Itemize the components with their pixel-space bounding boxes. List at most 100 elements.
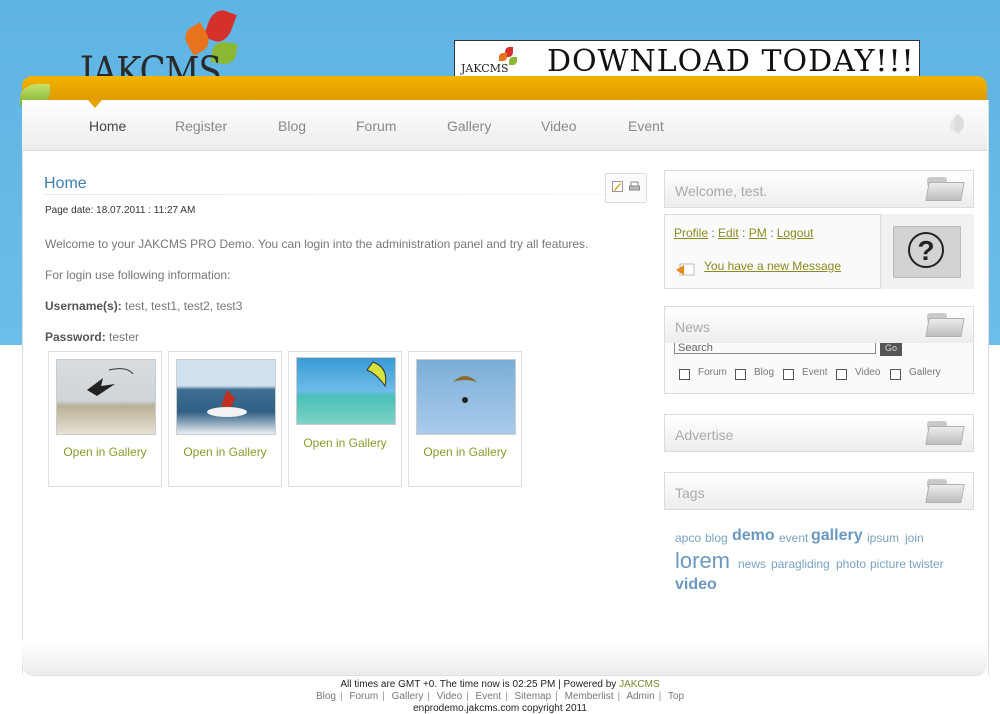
filter-label-video: Video	[855, 367, 881, 378]
search-input[interactable]: Search	[674, 343, 876, 354]
advertise-box-header: Advertise	[664, 414, 974, 452]
page-date: Page date: 18.07.2011 : 11:27 AM	[45, 205, 196, 216]
open-in-gallery-link[interactable]: Open in Gallery	[49, 445, 161, 459]
footer-link-sitemap[interactable]: Sitemap	[515, 691, 552, 702]
password-label: Password:	[45, 330, 106, 344]
filter-checkbox-gallery[interactable]	[890, 369, 901, 380]
filter-label-event: Event	[802, 367, 828, 378]
filter-checkbox-blog[interactable]	[735, 369, 746, 380]
nav-home[interactable]: Home	[89, 118, 126, 134]
welcome-box-header: Welcome, test.	[664, 170, 974, 208]
tag-link[interactable]: paragliding	[771, 557, 830, 571]
tag-link[interactable]: apco	[675, 531, 701, 545]
footer-link-memberlist[interactable]: Memberlist	[565, 691, 614, 702]
edit-link[interactable]: Edit	[718, 226, 739, 240]
nav-video[interactable]: Video	[541, 118, 577, 134]
gallery-item: Open in Gallery	[288, 351, 402, 487]
footer-copyright: enprodemo.jakcms.com copyright 2011	[413, 703, 587, 714]
gallery-thumbnail-kite-sea[interactable]	[296, 357, 396, 425]
news-title: News	[675, 319, 711, 335]
nav-gallery[interactable]: Gallery	[447, 118, 491, 134]
nav-register[interactable]: Register	[175, 118, 227, 134]
footer-time-text: All times are GMT +0. The time now is 02…	[340, 679, 617, 690]
nav-active-pointer	[88, 100, 102, 108]
filter-checkbox-forum[interactable]	[679, 369, 690, 380]
banner-mini-logo: JAKCMS	[461, 47, 521, 77]
nav-event[interactable]: Event	[628, 118, 664, 134]
pm-link[interactable]: PM	[749, 226, 767, 240]
message-arrow-icon	[676, 263, 695, 276]
gallery-item: Open in Gallery	[168, 351, 282, 487]
tag-link[interactable]: picture	[870, 557, 906, 571]
footer-link-event[interactable]: Event	[476, 691, 502, 702]
login-info-text: For login use following information:	[45, 268, 231, 282]
tags-box-header: Tags	[664, 472, 974, 510]
search-go-button[interactable]: Go	[880, 343, 902, 356]
footer-links: Blog | Forum | Gallery | Video | Event | Site…	[315, 691, 685, 702]
filter-label-blog: Blog	[754, 367, 775, 378]
nav-forum[interactable]: Forum	[356, 118, 396, 134]
open-in-gallery-link[interactable]: Open in Gallery	[169, 445, 281, 459]
footer-band	[22, 640, 987, 676]
footer-link-admin[interactable]: Admin	[626, 691, 654, 702]
footer-link-top[interactable]: Top	[668, 691, 684, 702]
filter-checkbox-video[interactable]	[836, 369, 847, 380]
tag-link[interactable]: blog	[705, 531, 728, 545]
nav-blog[interactable]: Blog	[278, 118, 306, 134]
username-label: Username(s):	[45, 299, 122, 313]
username-line: Username(s): test, test1, test2, test3	[45, 299, 242, 313]
question-mark-icon: ?	[908, 232, 944, 268]
avatar-placeholder: ?	[893, 226, 961, 278]
password-value: tester	[109, 330, 140, 344]
tag-link[interactable]: gallery	[811, 527, 863, 545]
filter-label-gallery: Gallery	[909, 367, 941, 378]
avatar[interactable]: ?	[880, 214, 974, 289]
leaf-decoration-icon	[949, 114, 964, 134]
tag-link[interactable]: event	[779, 531, 808, 545]
title-divider	[44, 194, 644, 195]
tag-link[interactable]: lorem	[675, 548, 730, 574]
download-banner[interactable]: JAKCMS DOWNLOAD TODAY!!!	[454, 40, 920, 79]
folder-icon	[925, 479, 965, 503]
powered-by-link[interactable]: JAKCMS	[619, 679, 660, 690]
footer-link-video[interactable]: Video	[437, 691, 462, 702]
page-tools	[605, 173, 647, 203]
folder-icon	[925, 177, 965, 201]
tag-link[interactable]: twister	[909, 557, 944, 571]
news-box-header: News	[664, 306, 974, 344]
footer-link-blog[interactable]: Blog	[316, 691, 336, 702]
tag-link[interactable]: ipsum	[867, 531, 899, 545]
print-icon[interactable]	[629, 181, 640, 192]
gallery-item: Open in Gallery	[408, 351, 522, 487]
logout-link[interactable]: Logout	[777, 226, 814, 240]
tag-link[interactable]: news	[738, 557, 766, 571]
tag-link[interactable]: join	[905, 531, 924, 545]
welcome-title: Welcome, test.	[675, 183, 768, 199]
footer-time: All times are GMT +0. The time now is 02…	[0, 679, 1000, 690]
filter-checkbox-event[interactable]	[783, 369, 794, 380]
profile-link[interactable]: Profile	[674, 226, 708, 240]
page-title: Home	[44, 175, 87, 192]
tag-link[interactable]: video	[675, 576, 717, 594]
folder-icon	[925, 421, 965, 445]
tag-link[interactable]: photo	[836, 557, 866, 571]
header-gold-bar	[22, 76, 987, 100]
welcome-text: Welcome to your JAKCMS PRO Demo. You can…	[45, 237, 589, 251]
tag-link[interactable]: demo	[732, 527, 775, 545]
open-in-gallery-link[interactable]: Open in Gallery	[409, 445, 521, 459]
gallery-thumbnail-kite-jump[interactable]	[56, 359, 156, 435]
banner-text: DOWNLOAD TODAY!!!	[547, 44, 915, 79]
edit-icon[interactable]	[612, 181, 623, 192]
new-message-link[interactable]: You have a new Message	[704, 259, 841, 273]
main-nav	[22, 100, 987, 151]
banner-mini-logo-text: JAKCMS	[461, 62, 509, 75]
gallery-thumbnail-kite-surf[interactable]	[176, 359, 276, 435]
username-value: test, test1, test2, test3	[125, 299, 243, 313]
folder-icon	[925, 313, 965, 337]
open-in-gallery-link[interactable]: Open in Gallery	[289, 436, 401, 450]
gallery-thumbnail-paraglider[interactable]	[416, 359, 516, 435]
footer-link-forum[interactable]: Forum	[349, 691, 378, 702]
gallery-item: Open in Gallery	[48, 351, 162, 487]
footer-link-gallery[interactable]: Gallery	[392, 691, 424, 702]
password-line: Password: tester	[45, 330, 139, 344]
